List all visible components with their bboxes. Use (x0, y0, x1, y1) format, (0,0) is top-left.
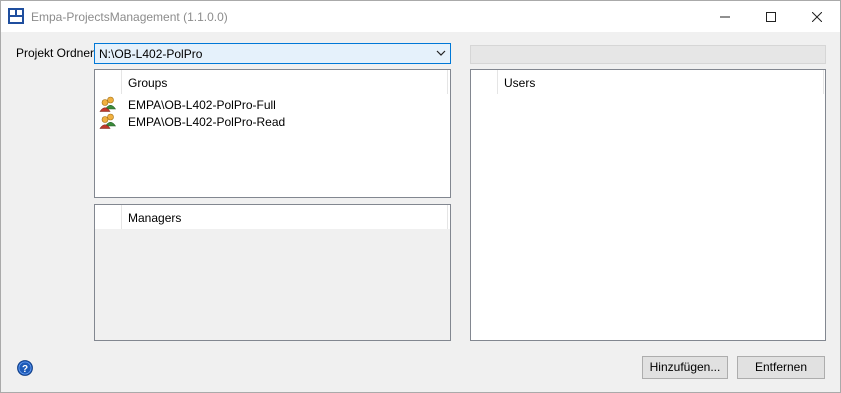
managers-list-header: Managers (95, 205, 450, 229)
managers-list[interactable]: Managers (94, 204, 451, 341)
managers-icon-column[interactable] (95, 205, 122, 229)
folder-label: Projekt Ordner: (16, 46, 98, 60)
folder-select-value: N:\OB-L402-PolPro (99, 47, 203, 61)
folder-select[interactable]: N:\OB-L402-PolPro (94, 43, 451, 64)
remove-button[interactable]: Entfernen (737, 356, 825, 379)
window-title: Empa-ProjectsManagement (1.1.0.0) (31, 10, 228, 24)
close-button[interactable] (794, 1, 840, 32)
app-icon (8, 8, 24, 24)
users-column-header[interactable]: Users (498, 70, 824, 94)
groups-header-label: Groups (128, 76, 168, 90)
list-item[interactable]: EMPA\OB-L402-PolPro-Read (95, 113, 450, 130)
maximize-icon (766, 11, 776, 22)
managers-header-label: Managers (128, 211, 182, 225)
users-list-header: Users (471, 70, 825, 94)
user-group-icon (99, 96, 117, 112)
add-button[interactable]: Hinzufügen... (642, 356, 728, 379)
users-list-body (471, 94, 825, 340)
minimize-icon (720, 16, 730, 17)
groups-list[interactable]: Groups EMPA\OB-L402-PolPro-Full EMPA\OB-… (94, 69, 451, 198)
users-header-label: Users (504, 76, 536, 90)
managers-list-body (95, 229, 450, 340)
help-icon[interactable]: ? (17, 360, 33, 376)
groups-list-header: Groups (95, 70, 450, 94)
group-name: EMPA\OB-L402-PolPro-Full (128, 98, 276, 112)
groups-column-header[interactable]: Groups (122, 70, 448, 94)
groups-list-body: EMPA\OB-L402-PolPro-Full EMPA\OB-L402-Po… (95, 94, 450, 197)
users-list[interactable]: Users (470, 69, 826, 341)
close-icon (812, 11, 822, 22)
chevron-down-icon (436, 50, 446, 56)
title-bar: Empa-ProjectsManagement (1.1.0.0) (1, 1, 840, 32)
progress-bar (470, 45, 826, 64)
group-name: EMPA\OB-L402-PolPro-Read (128, 115, 286, 129)
managers-column-header[interactable]: Managers (122, 205, 448, 229)
minimize-button[interactable] (702, 1, 748, 32)
main-window: Empa-ProjectsManagement (1.1.0.0) Projek… (0, 0, 841, 393)
user-group-icon (99, 113, 117, 129)
maximize-button[interactable] (748, 1, 794, 32)
list-item[interactable]: EMPA\OB-L402-PolPro-Full (95, 96, 450, 113)
groups-icon-column[interactable] (95, 70, 122, 94)
users-icon-column[interactable] (471, 70, 498, 94)
svg-text:?: ? (22, 364, 28, 375)
